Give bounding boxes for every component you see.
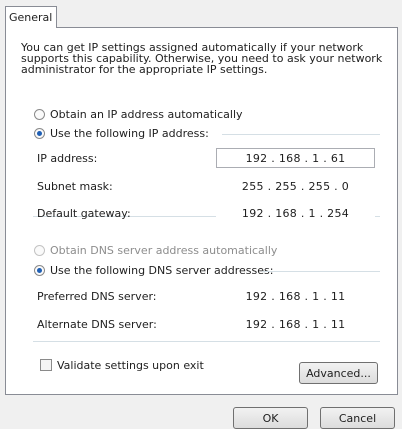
- tab-general[interactable]: General: [5, 6, 57, 28]
- ok-button[interactable]: OK: [233, 407, 308, 429]
- advanced-button[interactable]: Advanced...: [299, 362, 378, 384]
- ip-address-field[interactable]: 192 . 168 . 1 . 61: [216, 148, 375, 168]
- ip-auto-radio[interactable]: Obtain an IP address automatically: [34, 108, 243, 121]
- subnet-mask-field[interactable]: 255 . 255 . 255 . 0: [216, 176, 375, 196]
- ip-manual-label: Use the following IP address:: [50, 127, 209, 140]
- ip-auto-label: Obtain an IP address automatically: [50, 108, 243, 121]
- ip-address-label: IP address:: [37, 152, 98, 165]
- ip-manual-radio[interactable]: Use the following IP address:: [34, 127, 209, 140]
- dns-auto-radio[interactable]: Obtain DNS server address automatically: [34, 244, 277, 257]
- dns-group-bottom: [33, 341, 380, 342]
- dns-manual-radio-button[interactable]: [34, 265, 45, 276]
- cancel-button[interactable]: Cancel: [320, 407, 395, 429]
- preferred-dns-label: Preferred DNS server:: [37, 290, 157, 303]
- dns-auto-radio-button[interactable]: [34, 245, 45, 256]
- subnet-mask-label: Subnet mask:: [37, 180, 113, 193]
- dns-group-divider: [262, 271, 380, 272]
- dns-auto-label: Obtain DNS server address automatically: [50, 244, 278, 257]
- default-gateway-label: Default gateway:: [37, 207, 131, 220]
- dns-manual-label: Use the following DNS server addresses:: [50, 264, 274, 277]
- validate-checkbox[interactable]: [40, 359, 52, 371]
- ip-group-divider: [222, 134, 380, 135]
- intro-text: You can get IP settings assigned automat…: [21, 41, 383, 76]
- ip-auto-radio-button[interactable]: [34, 109, 45, 120]
- validate-label: Validate settings upon exit: [57, 359, 204, 372]
- ip-manual-radio-button[interactable]: [34, 128, 45, 139]
- preferred-dns-field[interactable]: 192 . 168 . 1 . 11: [216, 286, 375, 306]
- default-gateway-field[interactable]: 192 . 168 . 1 . 254: [216, 203, 375, 223]
- dns-manual-radio[interactable]: Use the following DNS server addresses:: [34, 264, 273, 277]
- alternate-dns-label: Alternate DNS server:: [37, 318, 157, 331]
- tab-general-label: General: [9, 11, 53, 24]
- alternate-dns-field[interactable]: 192 . 168 . 1 . 11: [216, 314, 375, 334]
